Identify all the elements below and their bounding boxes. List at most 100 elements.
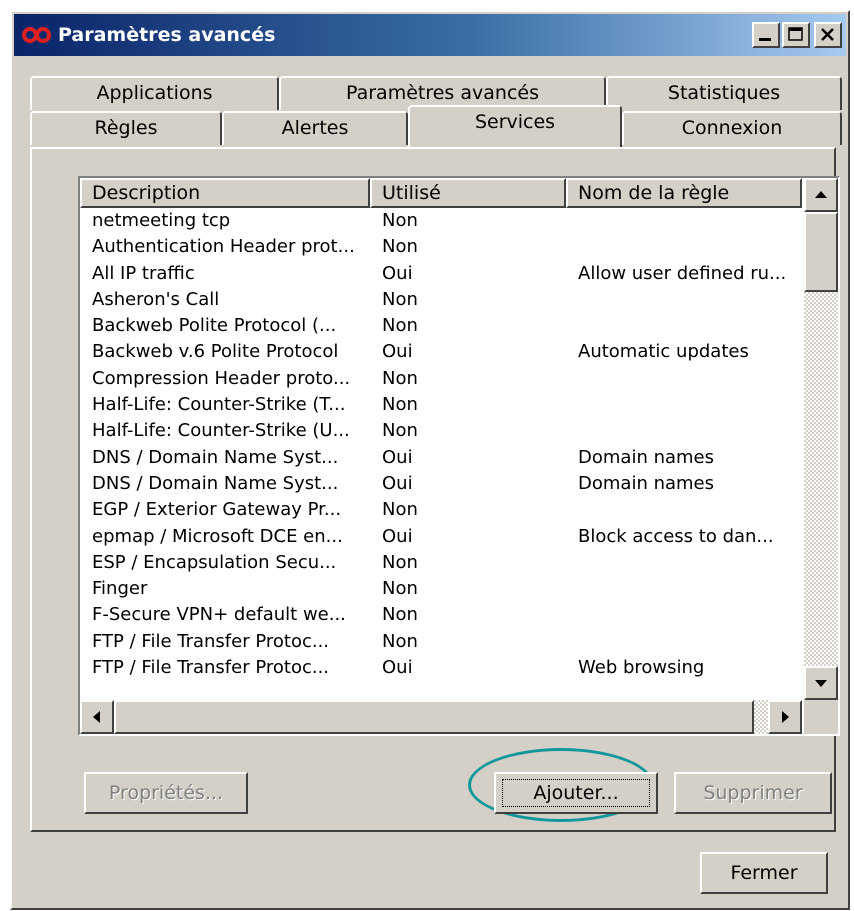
tab-label: Paramètres avancés bbox=[346, 82, 539, 104]
scroll-thumb[interactable] bbox=[804, 212, 838, 292]
add-button[interactable]: Ajouter... bbox=[494, 772, 658, 814]
arrow-up-icon bbox=[815, 191, 827, 198]
focus-rectangle bbox=[502, 779, 650, 807]
remove-button[interactable]: Supprimer bbox=[674, 772, 832, 814]
scroll-down-button[interactable] bbox=[804, 666, 838, 700]
cell-utilise: Non bbox=[382, 499, 418, 521]
cell-utilise: Non bbox=[382, 578, 418, 600]
cell-nom-regle: Automatic updates bbox=[578, 341, 749, 363]
table-row[interactable]: DNS / Domain Name Syst... Oui Domain names bbox=[80, 445, 802, 471]
tab-label: Alertes bbox=[281, 117, 349, 139]
cell-utilise: Oui bbox=[382, 472, 413, 494]
table-row[interactable]: Asheron's Call Non bbox=[80, 287, 802, 313]
tab-label: Connexion bbox=[681, 117, 783, 139]
horizontal-scroll-thumb[interactable] bbox=[114, 700, 754, 734]
cell-description: Asheron's Call bbox=[92, 288, 220, 310]
close-dialog-button[interactable]: Fermer bbox=[700, 852, 828, 894]
cell-description: Half-Life: Counter-Strike (U... bbox=[92, 420, 350, 442]
cell-utilise: Non bbox=[382, 604, 418, 626]
cell-utilise: Non bbox=[382, 630, 418, 652]
maximize-button[interactable] bbox=[782, 22, 810, 48]
arrow-left-icon bbox=[93, 711, 100, 723]
table-row[interactable]: ESP / Encapsulation Secu... Non bbox=[80, 550, 802, 576]
table-row[interactable]: Backweb Polite Protocol (... Non bbox=[80, 313, 802, 339]
cell-utilise: Non bbox=[382, 367, 418, 389]
table-row[interactable]: netmeeting tcp Non bbox=[80, 208, 802, 234]
tab-label: Services bbox=[474, 111, 556, 133]
table-row[interactable]: All IP traffic Oui Allow user defined ru..… bbox=[80, 261, 802, 287]
scroll-corner bbox=[804, 700, 838, 734]
cell-description: Backweb Polite Protocol (... bbox=[92, 315, 337, 337]
table-row[interactable]: FTP / File Transfer Protoc... Oui Web brow… bbox=[80, 655, 802, 681]
services-list[interactable]: Description Utilisé Nom de la règle netm… bbox=[78, 176, 840, 736]
cell-nom-regle: Domain names bbox=[578, 472, 714, 494]
cell-nom-regle: Block access to dan... bbox=[578, 525, 774, 547]
scroll-right-button[interactable] bbox=[768, 700, 802, 734]
table-row[interactable]: Compression Header proto... Non bbox=[80, 366, 802, 392]
cell-description: Compression Header proto... bbox=[92, 367, 351, 389]
table-row[interactable]: Authentication Header prot... Non bbox=[80, 234, 802, 260]
cell-nom-regle: Allow user defined ru... bbox=[578, 262, 787, 284]
cell-nom-regle: Domain names bbox=[578, 446, 714, 468]
column-header-nom-regle[interactable]: Nom de la règle bbox=[566, 178, 802, 208]
table-row[interactable]: Backweb v.6 Polite Protocol Oui Automatic … bbox=[80, 339, 802, 365]
cell-utilise: Non bbox=[382, 394, 418, 416]
cell-description: epmap / Microsoft DCE en... bbox=[92, 525, 343, 547]
cell-utilise: Non bbox=[382, 210, 418, 231]
cell-description: EGP / Exterior Gateway Pr... bbox=[92, 499, 342, 521]
cell-description: FTP / File Transfer Protoc... bbox=[92, 630, 330, 652]
arrow-down-icon bbox=[815, 680, 827, 687]
table-row[interactable]: epmap / Microsoft DCE en... Oui Block acce… bbox=[80, 524, 802, 550]
minimize-icon bbox=[759, 38, 771, 41]
cell-description: FTP / File Transfer Protoc... bbox=[92, 657, 330, 679]
vertical-scrollbar[interactable] bbox=[804, 178, 838, 700]
services-panel: Description Utilisé Nom de la règle netm… bbox=[30, 147, 840, 832]
cell-description: DNS / Domain Name Syst... bbox=[92, 472, 339, 494]
dialog-window: Paramètres avancés Applications Paramètr… bbox=[10, 10, 850, 910]
tab-services[interactable]: Services bbox=[408, 105, 622, 147]
column-header-utilise[interactable]: Utilisé bbox=[370, 178, 566, 208]
table-row[interactable]: FTP / File Transfer Protoc... Non bbox=[80, 629, 802, 655]
horizontal-scrollbar[interactable] bbox=[80, 700, 802, 734]
cell-description: Half-Life: Counter-Strike (T... bbox=[92, 394, 346, 416]
table-row[interactable]: EGP / Exterior Gateway Pr... Non bbox=[80, 497, 802, 523]
cell-utilise: Oui bbox=[382, 657, 413, 679]
table-row[interactable]: Finger Non bbox=[80, 576, 802, 602]
tab-regles[interactable]: Règles bbox=[30, 111, 222, 145]
cell-description: ESP / Encapsulation Secu... bbox=[92, 551, 337, 573]
cell-utilise: Non bbox=[382, 420, 418, 442]
cell-description: Authentication Header prot... bbox=[92, 236, 355, 258]
table-row[interactable]: F-Secure VPN+ default we... Non bbox=[80, 602, 802, 628]
table-row[interactable]: DNS / Domain Name Syst... Oui Domain names bbox=[80, 471, 802, 497]
scroll-left-button[interactable] bbox=[80, 700, 114, 734]
tab-connexion[interactable]: Connexion bbox=[622, 111, 842, 145]
cell-utilise: Oui bbox=[382, 525, 413, 547]
table-row[interactable]: Half-Life: Counter-Strike (U... Non bbox=[80, 418, 802, 444]
cell-description: DNS / Domain Name Syst... bbox=[92, 446, 339, 468]
properties-button[interactable]: Propriétés... bbox=[84, 772, 248, 814]
title-bar[interactable]: Paramètres avancés bbox=[14, 14, 846, 56]
tab-statistiques[interactable]: Statistiques bbox=[606, 76, 842, 110]
cell-utilise: Oui bbox=[382, 341, 413, 363]
column-header-description[interactable]: Description bbox=[80, 178, 370, 208]
scroll-up-button[interactable] bbox=[804, 178, 838, 212]
cell-utilise: Oui bbox=[382, 262, 413, 284]
window-title: Paramètres avancés bbox=[58, 24, 276, 46]
tab-alertes[interactable]: Alertes bbox=[222, 111, 408, 145]
cell-utilise: Non bbox=[382, 315, 418, 337]
tab-applications[interactable]: Applications bbox=[30, 76, 279, 110]
list-rows: netmeeting tcp Non Authentication Header p… bbox=[80, 208, 802, 681]
minimize-button[interactable] bbox=[752, 22, 780, 48]
cell-utilise: Oui bbox=[382, 446, 413, 468]
close-button[interactable] bbox=[814, 22, 842, 48]
cell-description: F-Secure VPN+ default we... bbox=[92, 604, 346, 626]
infinity-icon bbox=[22, 27, 51, 43]
cell-description: Finger bbox=[92, 578, 148, 600]
cell-utilise: Non bbox=[382, 551, 418, 573]
table-row[interactable]: Half-Life: Counter-Strike (T... Non bbox=[80, 392, 802, 418]
cell-description: Backweb v.6 Polite Protocol bbox=[92, 341, 339, 363]
cell-utilise: Non bbox=[382, 236, 418, 258]
cell-utilise: Non bbox=[382, 288, 418, 310]
cell-description: All IP traffic bbox=[92, 262, 195, 284]
tab-label: Statistiques bbox=[667, 82, 781, 104]
